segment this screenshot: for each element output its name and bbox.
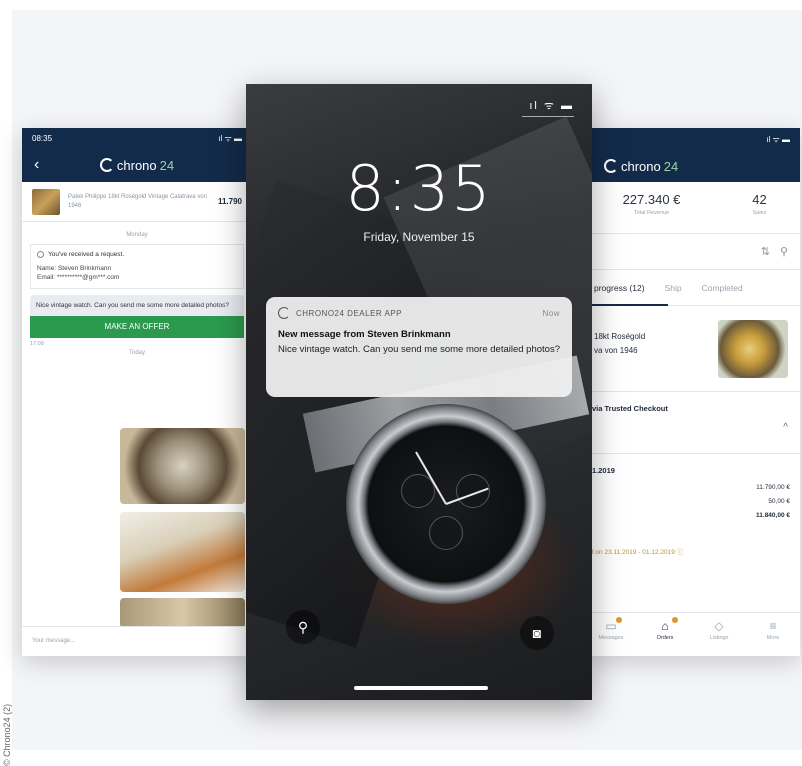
toolbar: ⇅ ⚲ <box>584 234 800 270</box>
trusted-checkout-label: via Trusted Checkout <box>592 404 668 413</box>
watch-photo-side[interactable] <box>120 512 245 592</box>
notification-time: Now <box>542 308 560 318</box>
push-notification[interactable]: CHRONO24 DEALER APP Now New message from… <box>266 297 572 397</box>
tab-in-progress[interactable]: progress (12) <box>584 283 655 293</box>
nav-messages[interactable]: ▭ Messages <box>584 613 638 656</box>
nav-orders[interactable]: ⌂ Orders <box>638 613 692 656</box>
status-bar: ıl ᯤ ▬ <box>584 128 800 150</box>
logo-text: chrono <box>116 157 157 173</box>
wallpaper-watch <box>346 404 546 604</box>
listing-price: 11.790 <box>217 197 242 206</box>
bottom-nav: ▭ Messages ⌂ Orders ◇ Listings ≡ More <box>584 612 800 656</box>
logo-mark-icon <box>99 158 114 172</box>
nav-label: Messages <box>598 635 624 641</box>
home-indicator[interactable] <box>354 686 488 690</box>
photo-credit: © Chrono24 (2) <box>2 703 12 766</box>
chrono24-logo: chrono 24 <box>99 157 175 173</box>
status-icons: ıl ᯤ ▬ <box>529 100 574 112</box>
make-offer-button[interactable]: MAKE AN OFFER <box>30 316 244 338</box>
listing-summary[interactable]: Patek Philippe 18kt Roségold Vintage Cal… <box>22 182 252 222</box>
watch-subdial <box>456 474 490 508</box>
status-icons: ıl ᯤ ▬ <box>766 134 790 144</box>
stats-row: 227.340 € Total Revenue 42 Sales <box>584 182 800 234</box>
tag-icon: ◇ <box>714 619 724 633</box>
day-separator: Monday <box>126 232 148 238</box>
order-date: 1.2019 <box>592 466 615 475</box>
request-text: You've received a request. <box>48 251 125 258</box>
stat-label: Sales <box>752 210 767 216</box>
order-tabs: progress (12) Ship Completed <box>584 270 800 306</box>
watch-photo-case[interactable] <box>120 598 245 628</box>
status-underline <box>522 116 574 117</box>
nav-label: Orders <box>656 635 674 641</box>
chrono24-logo: chrono 24 <box>604 159 678 174</box>
logo-text: chrono <box>621 158 661 174</box>
requester-email: Email: **********@gm***.com <box>37 274 120 281</box>
tab-ship[interactable]: Ship <box>655 283 692 293</box>
notification-app-name: CHRONO24 DEALER APP <box>296 308 402 318</box>
listing-title: Patek Philippe 18kt Roségold Vintage Cal… <box>68 193 207 209</box>
info-circle-icon <box>37 251 44 258</box>
menu-icon: ≡ <box>769 619 777 633</box>
notification-badge <box>672 617 678 623</box>
message-bubble: Nice vintage watch. Can you send me some… <box>30 295 244 316</box>
request-card: You've received a request. Name: Steven … <box>30 244 244 289</box>
flashlight-icon[interactable]: ⚲ <box>286 610 320 644</box>
left-phone-chat-screen: 08:35 ıl ᯤ ▬ ‹ chrono 24 Patek Philippe 1… <box>22 128 252 656</box>
watch-subdial <box>429 516 463 550</box>
payment-period: d on 23.11.2019 - 01.12.2019 ⓘ <box>590 549 684 556</box>
app-header: chrono 24 <box>584 150 800 182</box>
amount-shipping: 50,00 € <box>768 498 790 505</box>
watch-thumbnail <box>32 188 60 215</box>
lock-date: Friday, November 15 <box>363 230 475 244</box>
logo-number: 24 <box>159 157 175 173</box>
back-arrow-icon[interactable]: ‹ <box>34 156 39 174</box>
message-time: 17:08 <box>30 341 44 347</box>
search-icon[interactable]: ⚲ <box>780 245 788 258</box>
nav-more[interactable]: ≡ More <box>746 613 800 656</box>
notification-body: Nice vintage watch. Can you send me some… <box>278 344 560 355</box>
right-phone-orders-screen: ıl ᯤ ▬ chrono 24 227.340 € Total Revenue … <box>584 128 800 656</box>
nav-listings[interactable]: ◇ Listings <box>692 613 746 656</box>
status-bar: 08:35 ıl ᯤ ▬ <box>22 128 252 148</box>
orders-icon: ⌂ <box>661 619 669 633</box>
today-separator: Today <box>128 350 145 356</box>
amount-item: 11.790,00 € <box>756 484 790 491</box>
app-header: ‹ chrono 24 <box>22 148 252 182</box>
logo-number: 24 <box>663 158 679 174</box>
sort-icon[interactable]: ⇅ <box>761 245 770 258</box>
watch-photo-movement[interactable] <box>120 428 245 504</box>
amount-total: 11.840,00 € <box>756 512 790 519</box>
order-card[interactable]: 18kt Roségold va von 1946 <box>584 306 800 392</box>
center-phone-lock-screen: ıl ᯤ ▬ 8:35 Friday, November 15 CHRONO24… <box>246 84 592 700</box>
trusted-checkout-section[interactable]: via Trusted Checkout ^ <box>584 392 800 454</box>
order-title-line2: va von 1946 <box>594 346 638 355</box>
requester-name: Name: Steven Brinkmann <box>37 265 112 272</box>
stat-sales: 42 Sales <box>719 182 800 233</box>
chrono24-app-icon <box>278 307 290 319</box>
status-time: 08:35 <box>32 133 53 143</box>
nav-label: Listings <box>709 635 729 641</box>
tab-completed[interactable]: Completed <box>692 283 753 293</box>
message-input[interactable]: Your message... <box>22 626 252 656</box>
notification-badge <box>616 617 622 623</box>
nav-label: More <box>766 635 780 641</box>
lock-clock: 8:35 <box>345 152 493 225</box>
chevron-up-icon[interactable]: ^ <box>783 422 788 433</box>
stat-revenue: 227.340 € Total Revenue <box>584 182 719 233</box>
status-icons: ıl ᯤ ▬ <box>218 133 242 143</box>
order-watch-photo <box>718 320 788 378</box>
messages-icon: ▭ <box>605 619 617 633</box>
order-totals: 1.2019 11.790,00 € 50,00 € 11.840,00 € d… <box>584 454 800 574</box>
stat-label: Total Revenue <box>633 210 670 216</box>
camera-icon[interactable]: ◙ <box>520 616 554 650</box>
logo-mark-icon <box>604 159 618 173</box>
stat-value: 227.340 € <box>622 192 681 207</box>
stat-value: 42 <box>752 192 767 207</box>
notification-title: New message from Steven Brinkmann <box>278 329 451 340</box>
order-title-line1: 18kt Roségold <box>594 332 646 341</box>
